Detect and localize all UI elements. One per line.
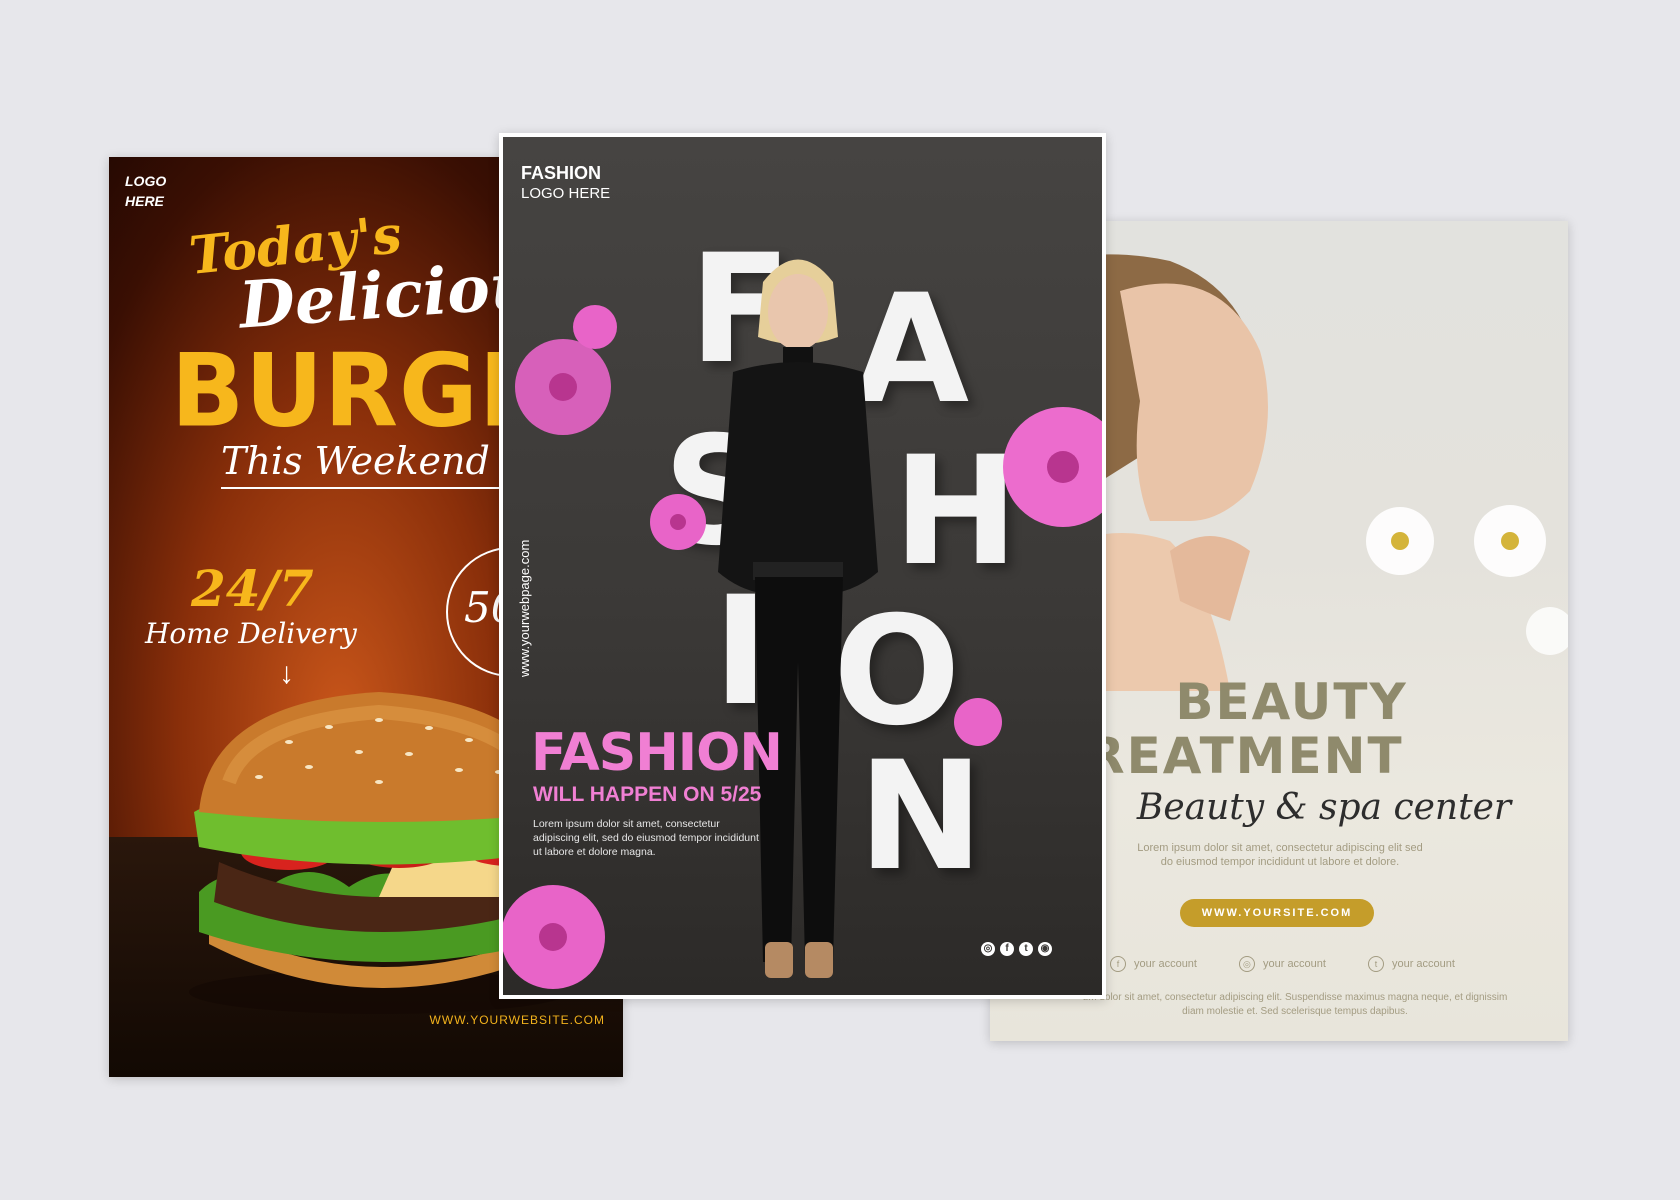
whatsapp-icon[interactable]: ◉: [1038, 942, 1052, 956]
fashion-event-title: FASHION: [531, 723, 783, 783]
beauty-lorem: Lorem ipsum dolor sit amet, consectetur …: [1137, 842, 1423, 868]
fashion-model-image: [718, 259, 878, 978]
instagram-account[interactable]: ◎ your account: [1238, 956, 1326, 972]
burger-logo: LOGO HERE: [125, 173, 167, 209]
beauty-website-button[interactable]: WWW.YOURSITE.COM: [1180, 899, 1374, 927]
facebook-icon: f: [1110, 956, 1126, 972]
fashion-event-date: WILL HAPPEN ON 5/25: [533, 783, 762, 806]
fashion-logo-bottom: LOGO HERE: [521, 185, 611, 202]
flower-icon: [954, 698, 1002, 746]
twitter-icon: t: [1367, 956, 1384, 972]
burger-website-text[interactable]: WWW.YOURWEBSITE.COM: [430, 1013, 605, 1027]
flower-icon: [1003, 407, 1102, 527]
flower-icon: [515, 305, 617, 435]
burger-247-text: 24/7: [191, 559, 314, 618]
beauty-footer-text: um dolor sit amet, consectetur adipiscin…: [1082, 992, 1508, 1017]
fashion-logo-top: FASHION: [521, 163, 602, 183]
instagram-icon: ◎: [1238, 956, 1255, 972]
fashion-social-icons: ◎ f t ◉: [981, 942, 1052, 956]
fashion-website-vertical[interactable]: www.yourwebpage.com: [517, 540, 532, 677]
facebook-account[interactable]: f your account: [1110, 956, 1197, 972]
flower-icon: [503, 885, 605, 989]
twitter-account[interactable]: t your account: [1367, 956, 1455, 972]
flower-icon: [650, 494, 706, 550]
instagram-icon[interactable]: ◎: [981, 942, 995, 956]
beauty-accounts: f your account ◎ your account t your accoun…: [1110, 956, 1455, 972]
burger-home-delivery-text: Home Delivery: [145, 617, 357, 650]
facebook-icon[interactable]: f: [1000, 942, 1014, 956]
twitter-icon[interactable]: t: [1019, 942, 1033, 956]
daisy-icon: [1366, 505, 1568, 655]
fashion-poster[interactable]: FASHION LOGO HERE www.yourwebpage.com F …: [499, 133, 1106, 999]
fashion-lorem: Lorem ipsum dolor sit amet, consectetur …: [533, 818, 759, 858]
